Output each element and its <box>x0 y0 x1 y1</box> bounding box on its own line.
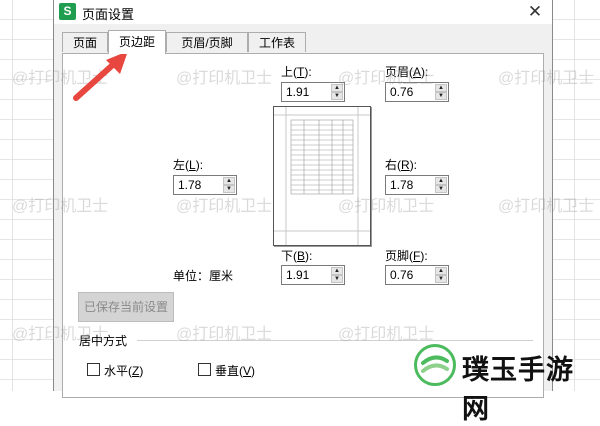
watermark: @打印机卫士 <box>12 326 109 343</box>
watermark: @打印机卫士 <box>176 198 273 215</box>
spin-down-icon[interactable]: ▼ <box>331 92 343 100</box>
watermark: @打印机卫士 <box>338 198 435 215</box>
close-button[interactable]: ✕ <box>524 1 546 23</box>
bottom-margin-spinner[interactable]: 1.91 ▲ ▼ <box>281 265 345 285</box>
top-margin-spinner[interactable]: 1.91 ▲ ▼ <box>281 82 345 102</box>
watermark: @打印机卫士 <box>12 198 109 215</box>
watermark: @打印机卫士 <box>338 326 435 343</box>
bottom-margin-label: 下(B): <box>281 249 313 263</box>
unit-label: 单位：厘米 <box>173 269 234 283</box>
spin-down-icon[interactable]: ▼ <box>435 92 447 100</box>
preview-grid <box>274 107 370 245</box>
spin-down-icon[interactable]: ▼ <box>331 275 343 283</box>
watermark: @打印机卫士 <box>338 70 435 87</box>
spin-up-icon[interactable]: ▲ <box>435 267 447 275</box>
save-settings-button[interactable]: 已保存当前设置 <box>78 292 174 322</box>
horizontal-center-checkbox[interactable] <box>87 363 100 376</box>
right-margin-label: 右(R): <box>385 158 418 172</box>
spin-up-icon[interactable]: ▲ <box>435 177 447 185</box>
brand-logo-icon <box>414 344 456 386</box>
footer-margin-label: 页脚(F): <box>385 249 428 263</box>
dialog-title: 页面设置 <box>82 7 135 22</box>
spin-down-icon[interactable]: ▼ <box>435 185 447 193</box>
watermark: @打印机卫士 <box>498 198 595 215</box>
right-margin-value[interactable]: 1.78 <box>390 178 413 192</box>
spin-down-icon[interactable]: ▼ <box>435 275 447 283</box>
left-margin-value[interactable]: 1.78 <box>178 178 201 192</box>
top-margin-value[interactable]: 1.91 <box>286 85 309 99</box>
top-margin-label: 上(T): <box>281 65 312 79</box>
vertical-center-checkbox[interactable] <box>198 363 211 376</box>
footer-margin-spinner[interactable]: 0.76 ▲ ▼ <box>385 265 449 285</box>
horizontal-center-label[interactable]: 水平(Z) <box>104 362 143 379</box>
spin-up-icon[interactable]: ▲ <box>223 177 235 185</box>
left-margin-label: 左(L): <box>173 158 204 172</box>
vertical-center-label[interactable]: 垂直(V) <box>215 362 255 379</box>
tab-header-footer[interactable]: 页眉/页脚 <box>166 32 248 52</box>
annotation-arrow-icon <box>73 51 128 101</box>
watermark: @打印机卫士 <box>498 70 595 87</box>
spin-up-icon[interactable]: ▲ <box>331 267 343 275</box>
footer-margin-value[interactable]: 0.76 <box>390 268 413 282</box>
watermark: @打印机卫士 <box>176 70 273 87</box>
title-bar: S 页面设置 ✕ <box>54 0 552 24</box>
bottom-margin-value[interactable]: 1.91 <box>286 268 309 282</box>
brand-name: 璞玉手游网 <box>462 355 574 425</box>
page-preview <box>273 106 371 246</box>
spin-up-icon[interactable]: ▲ <box>435 84 447 92</box>
wps-spreadsheet-icon: S <box>59 3 76 20</box>
tab-sheet[interactable]: 工作表 <box>248 32 306 52</box>
brand-logo: 璞玉手游网 <box>412 342 600 425</box>
tab-margins[interactable]: 页边距 <box>108 30 166 54</box>
watermark: @打印机卫士 <box>176 326 273 343</box>
